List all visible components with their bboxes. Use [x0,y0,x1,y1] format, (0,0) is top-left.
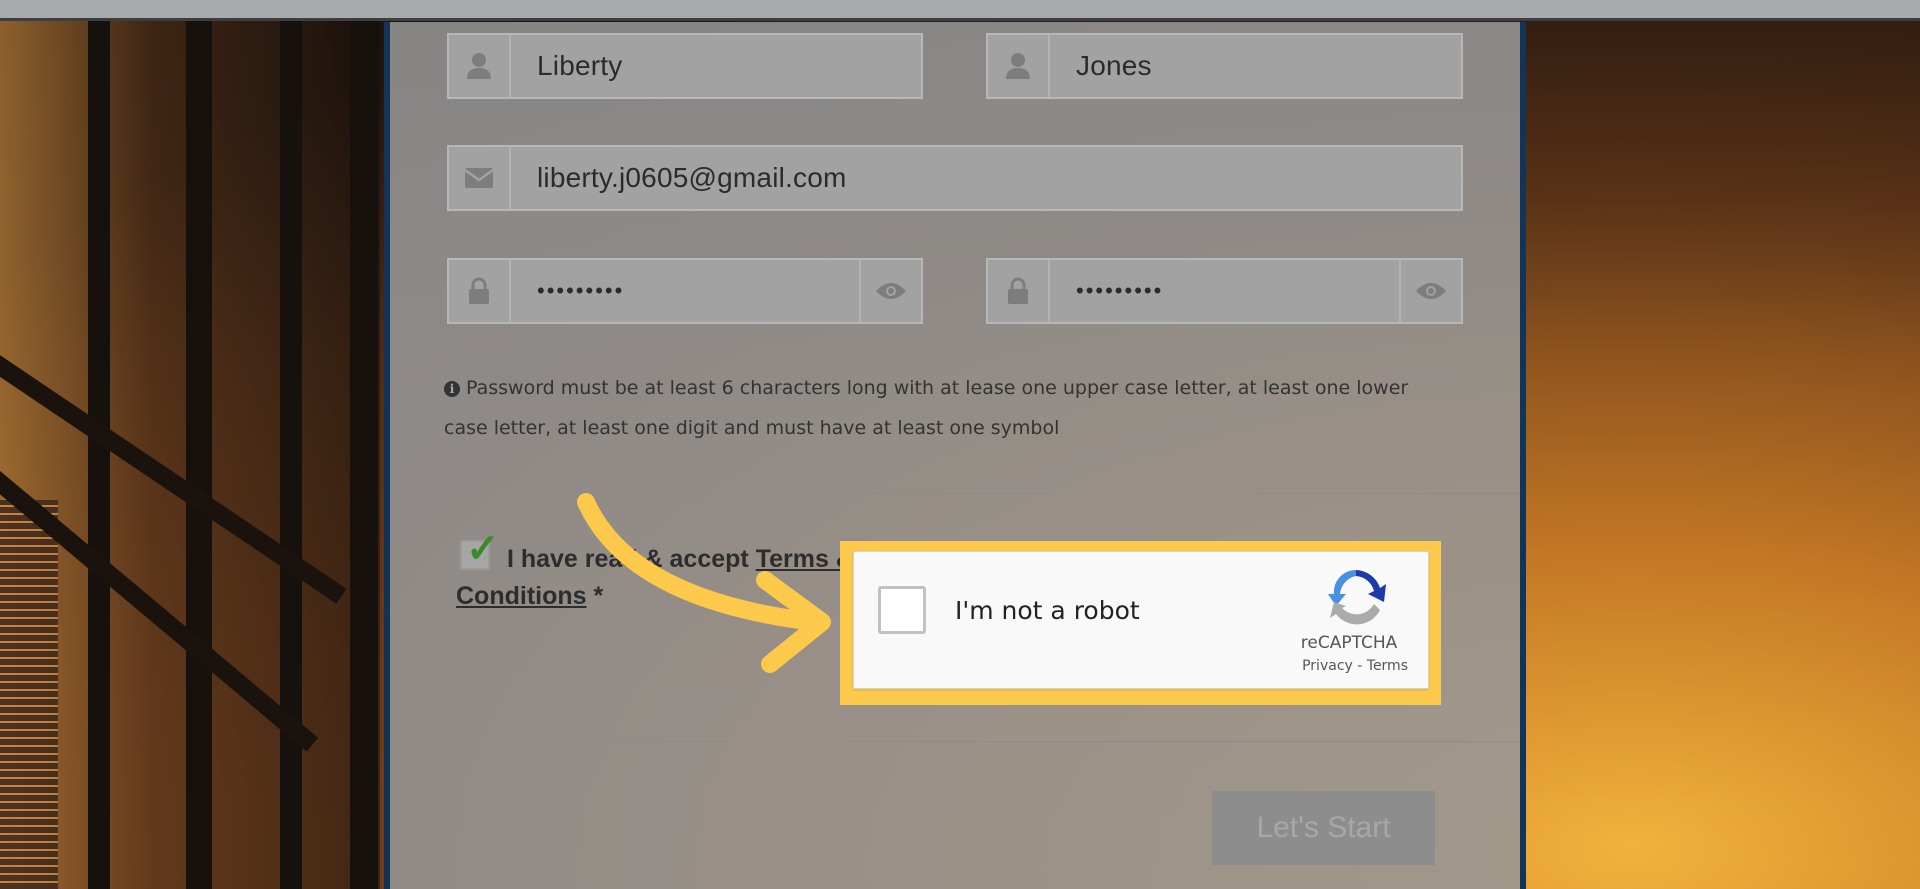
confirm-password-field[interactable]: ••••••••• [986,258,1463,324]
info-icon: i [444,381,460,397]
password-value: ••••••••• [537,278,625,303]
recaptcha-logo-icon [1324,564,1388,628]
building-mullion [350,20,378,889]
terms-checkbox[interactable]: ✓ [460,527,500,571]
email-field[interactable]: liberty.j0605@gmail.com [447,145,1463,211]
recaptcha-checkbox[interactable] [878,586,926,634]
building-mullion [186,20,212,889]
user-icon [988,35,1050,97]
arrow-annotation-icon [577,493,831,673]
user-icon [449,35,511,97]
recaptcha-brand: reCAPTCHA [1300,633,1398,653]
recaptcha-separator: - [1352,658,1367,674]
password-field[interactable]: ••••••••• [447,258,923,324]
building-mullion [280,20,302,889]
password-hint: i Password must be at least 6 characters … [444,368,1444,448]
recaptcha-privacy-link[interactable]: Privacy [1302,658,1353,674]
browser-top-bar [0,0,1920,21]
distant-tower [0,500,58,889]
recaptcha-label: I'm not a robot [955,596,1140,625]
recaptcha-widget: I'm not a robot reCAPTCHA Privacy - Term… [853,551,1429,689]
recaptcha-links: Privacy - Terms [1302,658,1408,674]
checkmark-icon: ✓ [466,527,500,571]
eye-icon[interactable] [859,260,921,322]
lock-icon [449,260,511,322]
envelope-icon [449,147,511,209]
first-name-field[interactable]: Liberty [447,33,923,99]
confirm-password-value: ••••••••• [1076,278,1164,303]
last-name-field[interactable]: Jones [986,33,1463,99]
first-name-value: Liberty [537,50,623,81]
last-name-value: Jones [1076,50,1152,81]
building-mullion [88,20,110,889]
eye-icon[interactable] [1399,260,1461,322]
divider [390,741,1520,742]
lock-icon [988,260,1050,322]
password-hint-text: Password must be at least 6 characters l… [444,377,1409,439]
lets-start-button[interactable]: Let's Start [1212,791,1435,865]
recaptcha-terms-link[interactable]: Terms [1367,658,1408,674]
email-value: liberty.j0605@gmail.com [537,162,847,193]
